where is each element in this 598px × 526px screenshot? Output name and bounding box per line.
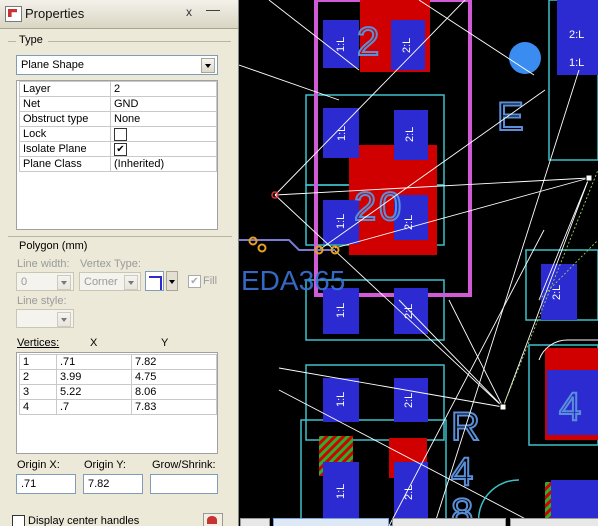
screen: Properties x — Type Plane Shape Layer 2 N… [0,0,598,526]
prop-name: Obstruct type [19,111,111,127]
vertex-type-value: Corner [84,276,118,288]
bottom-tab[interactable] [392,518,506,526]
prop-name: Layer [19,81,111,97]
prop-row-layer[interactable]: Layer 2 [19,81,217,97]
table-row[interactable]: 2 3.99 4.75 [19,369,217,385]
pad-label: 2:L [551,285,563,300]
vertex-type-dropdown: Corner [79,272,141,291]
pad-label: 1:L [336,126,348,141]
watermark: EDA365 [241,265,345,296]
chevron-down-icon[interactable] [201,58,215,73]
prop-value[interactable]: GND [110,96,217,112]
fill-label: Fill [203,275,218,287]
prop-row-net[interactable]: Net GND [19,96,217,112]
ref-text: 2 [357,20,379,64]
properties-panel: Properties x — Type Plane Shape Layer 2 N… [0,0,239,526]
vertices-label: Vertices: [17,337,60,349]
origin-y-input[interactable]: 7.82 [83,474,143,494]
origin-x-label: Origin X: [17,459,60,471]
line-width-value: 0 [21,276,28,288]
vertex-handle [585,174,593,182]
vertex-handle [499,403,507,411]
ref-text: 0 [379,185,401,229]
pad-label: 2:L [401,38,413,53]
col-x-header: X [90,337,98,349]
prop-row-plane-class[interactable]: Plane Class (Inherited) [19,156,217,172]
fill-checkbox: ✔ [188,275,201,288]
table-row[interactable]: 1.71 7.82 [19,354,217,370]
close-icon[interactable]: x [186,5,192,19]
isolate-plane-checkbox[interactable]: ✔ [114,142,127,156]
display-handles-label: Display center handles [28,515,140,526]
polygon-group-label: Polygon (mm) [19,240,88,252]
prop-name: Isolate Plane [19,141,111,157]
prop-name: Net [19,96,111,112]
vertices-table: 1.71 7.82 2 3.99 4.75 3 5.22 8.06 4.7 7.83 [16,352,218,454]
origin-x-input[interactable]: .71 [16,474,76,494]
minimize-icon[interactable]: — [206,1,220,17]
vertex-type-label: Vertex Type: [80,258,141,270]
lock-checkbox[interactable] [114,127,127,141]
pad-label: 1:L [335,484,347,499]
col-y-header: Y [161,337,169,349]
pad-label: 1:L [335,392,347,407]
pad-label: 2:L [404,127,416,142]
table-row[interactable]: 3 5.22 8.06 [19,384,217,400]
panel-titlebar[interactable]: Properties x — [0,0,238,29]
panel-title: Properties [25,6,85,21]
prop-name: Plane Class [19,156,111,172]
pad-label: 2:L [569,29,584,41]
prop-value[interactable]: (Inherited) [110,156,217,172]
ref-text: 4 [559,385,581,429]
pad-label: 1:L [335,303,347,318]
chevron-down-icon [124,275,138,290]
line-style-label: Line style: [17,295,67,307]
app-icon [5,6,22,22]
pad-label: 2:L [403,393,415,408]
pad-label: 1:L [335,214,347,229]
grow-shrink-label: Grow/Shrink: [152,459,216,471]
prop-value[interactable]: None [110,111,217,127]
chevron-down-icon [57,275,71,290]
prop-value[interactable]: 2 [110,81,217,97]
vertex-shape-preview [145,271,164,291]
pad-label: 1:L [569,57,584,69]
table-row[interactable]: 4.7 7.83 [19,399,217,415]
type-dropdown-value: Plane Shape [21,59,84,71]
ref-text: E [497,95,524,139]
prop-row-obstruct[interactable]: Obstruct type None [19,111,217,127]
paint-icon[interactable] [203,513,223,526]
bottom-tab[interactable] [240,518,270,526]
prop-name: Lock [19,126,111,142]
bottom-tab[interactable] [510,518,598,526]
line-width-label: Line width: [17,258,70,270]
pad-label: 1:L [335,37,347,52]
line-style-dropdown [16,309,74,328]
bottom-tab-active[interactable] [273,518,389,526]
pcb-canvas[interactable]: 1:L 2:L 1:L 2:L 1:L 2:L 1:L 2:L 1:L 2:L … [239,0,598,526]
type-dropdown[interactable]: Plane Shape [16,55,218,75]
ref-text: 4 [451,450,473,494]
prop-row-isolate[interactable]: Isolate Plane ✔ [19,141,217,157]
type-group-label: Type [19,34,43,46]
grow-shrink-input[interactable] [150,474,218,494]
display-handles-checkbox[interactable] [12,515,25,526]
line-width-dropdown: 0 [16,272,74,291]
display-handles-row[interactable]: Display center handles [12,512,212,526]
property-grid: Layer 2 Net GND Obstruct type None Lock Iso… [16,80,218,230]
prop-row-lock[interactable]: Lock [19,126,217,142]
origin-y-label: Origin Y: [84,459,126,471]
chevron-down-icon [57,312,71,327]
vertex-shape-dropdown [166,271,178,291]
